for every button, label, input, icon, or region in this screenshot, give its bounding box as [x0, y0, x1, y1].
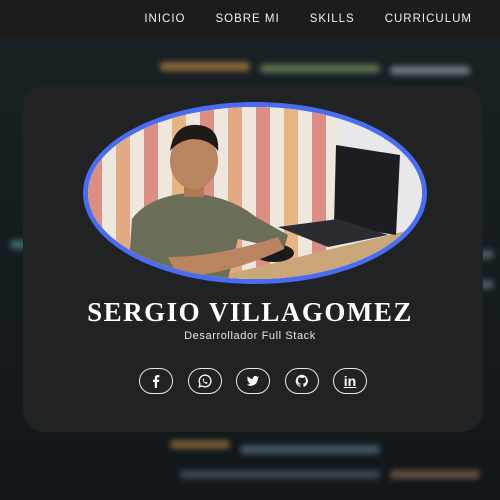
facebook-button[interactable]: [139, 368, 173, 394]
nav-skills[interactable]: SKILLS: [310, 13, 355, 25]
twitter-icon: [246, 375, 259, 386]
whatsapp-icon: [197, 374, 212, 388]
social-links: in: [139, 368, 367, 396]
nav-inicio[interactable]: INICIO: [144, 13, 185, 25]
github-button[interactable]: [284, 368, 319, 394]
nav-curriculum[interactable]: CURRICULUM: [385, 13, 472, 25]
profile-role: Desarrollador Full Stack: [184, 330, 316, 342]
whatsapp-button[interactable]: [187, 368, 222, 394]
github-icon: [295, 374, 308, 387]
profile-photo-illustration: [88, 107, 422, 279]
profile-name: SERGIO VILLAGOMEZ: [87, 297, 413, 327]
facebook-icon: [153, 375, 160, 388]
nav-sobre-mi[interactable]: SOBRE MI: [215, 13, 279, 25]
linkedin-icon: in: [343, 373, 357, 389]
top-nav: INICIO SOBRE MI SKILLS CURRICULUM: [0, 0, 500, 38]
linkedin-button[interactable]: in: [333, 368, 367, 394]
twitter-button[interactable]: [236, 368, 270, 394]
profile-photo: [83, 102, 427, 284]
